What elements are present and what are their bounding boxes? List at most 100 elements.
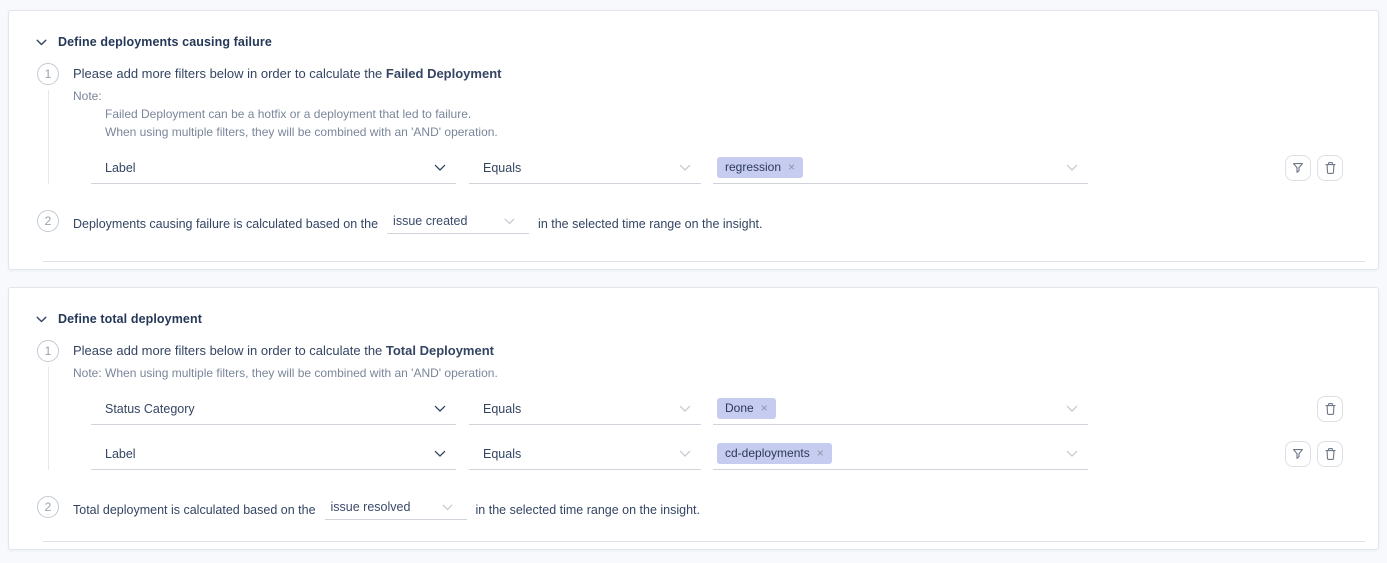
- field-select-value: Label: [105, 161, 136, 175]
- field-select-value: Label: [105, 447, 136, 461]
- note-label: Note:: [73, 88, 1378, 105]
- field-select[interactable]: Label: [91, 438, 456, 470]
- chevron-down-icon: [1066, 164, 1078, 172]
- step2-text-after: in the selected time range on the insigh…: [538, 217, 762, 231]
- operator-select[interactable]: Equals: [469, 393, 701, 425]
- step-number-badge: 1: [37, 340, 59, 362]
- row-filter-button[interactable]: [1285, 441, 1311, 467]
- note-label: Note: When using multiple filters, they …: [73, 365, 1378, 382]
- calculation-basis-select[interactable]: issue resolved: [325, 500, 467, 520]
- filter-row: Label Equals cd-deployments ×: [73, 438, 1378, 470]
- definition-panel: Define deployments causing failure 1 Ple…: [8, 10, 1379, 270]
- operator-select[interactable]: Equals: [469, 152, 701, 184]
- row-actions: [1285, 441, 1343, 467]
- step1-body: Please add more filters below in order t…: [73, 340, 1378, 470]
- definition-panel: Define total deployment 1 Please add mor…: [8, 287, 1379, 550]
- tag-label: cd-deployments: [725, 446, 810, 460]
- row-delete-button[interactable]: [1317, 441, 1343, 467]
- note-lines: Failed Deployment can be a hotfix or a d…: [73, 106, 1378, 141]
- note-line: When using multiple filters, they will b…: [105, 124, 1378, 141]
- step2-select-value: issue resolved: [331, 500, 411, 514]
- values-multiselect[interactable]: regression ×: [713, 152, 1088, 184]
- chevron-down-icon: [679, 450, 691, 458]
- values-multiselect[interactable]: cd-deployments ×: [713, 438, 1088, 470]
- operator-select-value: Equals: [483, 447, 521, 461]
- chevron-down-icon: [679, 164, 691, 172]
- value-tags: regression ×: [717, 157, 803, 178]
- value-tag: Done ×: [717, 398, 776, 419]
- trash-icon: [1324, 402, 1337, 416]
- step1-number: 1: [45, 67, 52, 81]
- step1-body: Please add more filters below in order t…: [73, 63, 1378, 184]
- step1-text-prefix: Please add more filters below in order t…: [73, 66, 386, 81]
- value-tags: Done ×: [717, 398, 776, 419]
- field-select[interactable]: Label: [91, 152, 456, 184]
- calculation-basis-select[interactable]: issue created: [387, 214, 529, 234]
- filters: Status Category Equals Done ×: [73, 393, 1378, 470]
- values-multiselect[interactable]: Done ×: [713, 393, 1088, 425]
- panel-title: Define total deployment: [58, 312, 202, 326]
- step2-number: 2: [45, 214, 52, 228]
- chevron-down-icon: [434, 405, 446, 413]
- note-line: Failed Deployment can be a hotfix or a d…: [105, 106, 1378, 123]
- step2-text-before: Total deployment is calculated based on …: [73, 503, 316, 517]
- row-actions: [1285, 155, 1343, 181]
- step1-instruction: Please add more filters below in order t…: [73, 343, 1378, 359]
- panels-container: Define deployments causing failure 1 Ple…: [0, 0, 1387, 550]
- filters: Label Equals regression ×: [73, 152, 1378, 184]
- step2-select-value: issue created: [393, 214, 467, 228]
- step1-number: 1: [45, 344, 52, 358]
- step1-text-prefix: Please add more filters below in order t…: [73, 343, 386, 358]
- tag-remove-icon[interactable]: ×: [761, 402, 768, 414]
- stepper-rail: 2: [37, 210, 59, 234]
- collapse-chevron-icon[interactable]: [36, 316, 47, 323]
- step2-text-before: Deployments causing failure is calculate…: [73, 217, 378, 231]
- chevron-down-icon: [442, 504, 453, 511]
- collapse-chevron-icon[interactable]: [36, 39, 47, 46]
- funnel-icon: [1291, 447, 1305, 461]
- step-1: 1 Please add more filters below in order…: [9, 340, 1378, 470]
- chevron-down-icon: [679, 405, 691, 413]
- row-delete-button[interactable]: [1317, 396, 1343, 422]
- value-tag: cd-deployments ×: [717, 443, 832, 464]
- field-select[interactable]: Status Category: [91, 393, 456, 425]
- step-2: 2 Total deployment is calculated based o…: [9, 496, 1378, 520]
- funnel-icon: [1291, 161, 1305, 175]
- step-2: 2 Deployments causing failure is calcula…: [9, 210, 1378, 234]
- panel-header[interactable]: Define deployments causing failure: [9, 11, 1378, 49]
- filter-row: Status Category Equals Done ×: [73, 393, 1378, 425]
- chevron-down-icon: [1066, 405, 1078, 413]
- step2-body: Total deployment is calculated based on …: [73, 496, 1378, 520]
- field-select-value: Status Category: [105, 402, 195, 416]
- step-number-badge: 2: [37, 496, 59, 518]
- row-delete-button[interactable]: [1317, 155, 1343, 181]
- stepper-connector-line: [48, 90, 49, 184]
- row-actions: [1317, 396, 1343, 422]
- step-number-badge: 2: [37, 210, 59, 232]
- panel-header[interactable]: Define total deployment: [9, 288, 1378, 326]
- chevron-down-icon: [504, 218, 515, 225]
- value-tag: regression ×: [717, 157, 803, 178]
- filter-row: Label Equals regression ×: [73, 152, 1378, 184]
- step1-instruction: Please add more filters below in order t…: [73, 66, 1378, 82]
- row-filter-button[interactable]: [1285, 155, 1311, 181]
- step2-text-after: in the selected time range on the insigh…: [476, 503, 700, 517]
- operator-select[interactable]: Equals: [469, 438, 701, 470]
- step2-number: 2: [45, 500, 52, 514]
- value-tags: cd-deployments ×: [717, 443, 832, 464]
- stepper-rail: 1: [37, 63, 59, 184]
- stepper-rail: 1: [37, 340, 59, 470]
- section-divider: [43, 261, 1365, 262]
- tag-label: regression: [725, 160, 781, 174]
- tag-remove-icon[interactable]: ×: [817, 447, 824, 459]
- step-1: 1 Please add more filters below in order…: [9, 63, 1378, 184]
- chevron-down-icon: [1066, 450, 1078, 458]
- step1-text-bold: Total Deployment: [386, 343, 494, 358]
- stepper-rail: 2: [37, 496, 59, 520]
- tag-remove-icon[interactable]: ×: [788, 161, 795, 173]
- section-divider: [43, 541, 1365, 542]
- trash-icon: [1324, 161, 1337, 175]
- chevron-down-icon: [434, 450, 446, 458]
- stepper-connector-line: [48, 367, 49, 470]
- tag-label: Done: [725, 401, 754, 415]
